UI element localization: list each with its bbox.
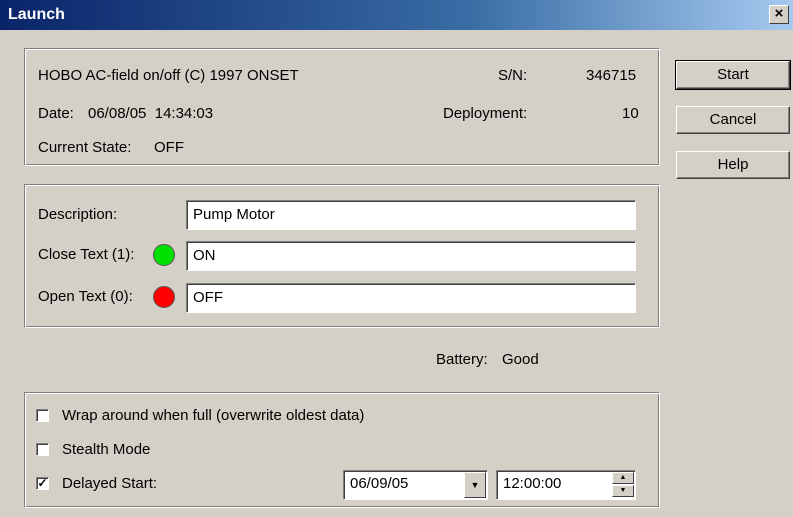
cancel-button[interactable]: Cancel (676, 106, 790, 134)
wrap-around-label[interactable]: Wrap around when full (overwrite oldest … (62, 407, 364, 424)
serial-value: 346715 (586, 67, 637, 84)
delayed-start-checkbox[interactable]: ✓ (36, 477, 49, 490)
serial-label: S/N: (498, 67, 528, 84)
deployment-value: 10 (622, 105, 639, 122)
deployment-label: Deployment: (443, 105, 528, 122)
date-value: 06/08/05 14:34:03 (88, 105, 214, 122)
battery-value: Good (502, 351, 539, 368)
spin-up-icon[interactable]: ▲ (612, 472, 634, 484)
date-label: Date: (38, 105, 74, 122)
close-text-label: Close Text (1): (38, 246, 135, 263)
close-text-input[interactable]: ON (186, 241, 636, 271)
close-state-green-led-icon (153, 244, 175, 266)
open-state-red-led-icon (153, 286, 175, 308)
close-icon[interactable]: × (769, 5, 789, 24)
stealth-mode-label[interactable]: Stealth Mode (62, 441, 150, 458)
title-bar[interactable]: Launch × (0, 0, 793, 30)
open-text-input[interactable]: OFF (186, 283, 636, 313)
description-label: Description: (38, 206, 118, 223)
delayed-start-time-value: 12:00:00 (503, 475, 562, 492)
chevron-down-icon[interactable]: ▼ (464, 472, 486, 498)
help-button[interactable]: Help (676, 151, 790, 179)
spin-down-icon[interactable]: ▼ (612, 485, 634, 497)
delayed-start-date-value: 06/09/05 (350, 475, 409, 492)
description-input[interactable]: Pump Motor (186, 200, 636, 230)
battery-label: Battery: (436, 351, 488, 368)
state-label: Current State: (38, 139, 132, 156)
start-button[interactable]: Start (675, 60, 791, 90)
open-text-label: Open Text (0): (38, 288, 133, 305)
device-name: HOBO AC-field on/off (C) 1997 ONSET (38, 67, 299, 84)
window-title: Launch (8, 6, 65, 23)
wrap-around-checkbox[interactable] (36, 409, 49, 422)
stealth-mode-checkbox[interactable] (36, 443, 49, 456)
state-value: OFF (154, 139, 184, 156)
delayed-start-label[interactable]: Delayed Start: (62, 475, 157, 492)
